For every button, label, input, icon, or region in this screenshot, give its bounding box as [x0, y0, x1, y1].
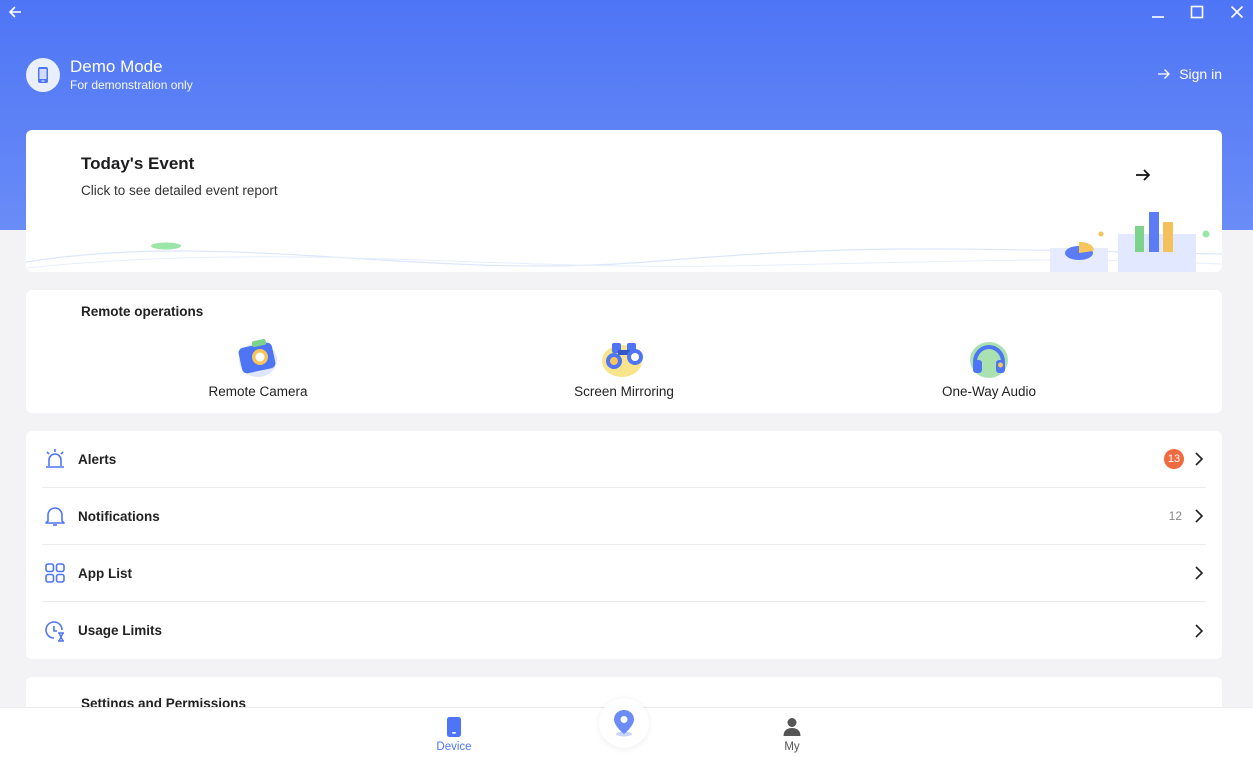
arrow-right-icon: [1136, 169, 1151, 181]
alerts-count-badge: 13: [1164, 449, 1184, 469]
bell-icon: [42, 503, 68, 529]
chevron-right-icon: [1192, 452, 1206, 466]
alerts-label: Alerts: [78, 451, 117, 467]
one-way-audio-label: One-Way Audio: [941, 384, 1037, 399]
sign-in-label: Sign in: [1179, 66, 1222, 82]
profile-block[interactable]: Demo Mode For demonstration only: [26, 56, 193, 93]
sign-in-button[interactable]: Sign in: [1157, 66, 1222, 82]
profile-name: Demo Mode: [70, 57, 163, 76]
event-arrow-button[interactable]: [1134, 166, 1152, 189]
maximize-icon: [1190, 5, 1204, 19]
minimize-button[interactable]: [1143, 0, 1173, 24]
device-icon: [447, 717, 461, 737]
location-pin-icon: [614, 710, 634, 737]
todays-event-card[interactable]: Today's Event Click to see detailed even…: [26, 130, 1222, 272]
phone-icon: [38, 66, 48, 83]
nav-device-label: Device: [436, 741, 472, 753]
features-list-card: Alerts 13 Notifications 12 App List Usag…: [26, 431, 1222, 659]
clock-hourglass-icon: [42, 618, 68, 644]
nav-my[interactable]: My: [752, 716, 832, 753]
notifications-count: 12: [1168, 509, 1182, 523]
minimize-icon: [1152, 16, 1164, 18]
notifications-label: Notifications: [78, 508, 160, 524]
binoculars-icon: [602, 343, 643, 377]
bottom-navigation: Device My: [0, 698, 1253, 757]
list-item-usage-limits[interactable]: Usage Limits: [42, 602, 1206, 659]
one-way-audio-button[interactable]: One-Way Audio: [909, 334, 1069, 399]
remote-operations-card: Remote operations Remote Camera Screen M…: [26, 290, 1222, 413]
nav-my-label: My: [784, 741, 800, 753]
list-item-notifications[interactable]: Notifications 12: [42, 488, 1206, 545]
close-icon: [1230, 5, 1244, 19]
event-subtitle: Click to see detailed event report: [81, 183, 278, 198]
event-illustration: [26, 212, 1222, 272]
camera-icon: [238, 338, 277, 377]
remote-camera-label: Remote Camera: [208, 384, 308, 399]
grid-icon: [42, 560, 68, 586]
screen-mirroring-label: Screen Mirroring: [574, 384, 674, 399]
list-item-alerts[interactable]: Alerts 13: [42, 431, 1206, 488]
headphones-icon: [970, 342, 1008, 378]
remote-camera-button[interactable]: Remote Camera: [178, 334, 338, 399]
event-title: Today's Event: [81, 154, 195, 173]
screen-mirroring-button[interactable]: Screen Mirroring: [544, 334, 704, 399]
chevron-right-icon: [1192, 509, 1206, 523]
avatar: [26, 57, 60, 92]
back-button[interactable]: [0, 0, 30, 24]
arrow-right-icon: [1158, 69, 1171, 79]
alarm-icon: [42, 446, 68, 472]
profile-subtitle: For demonstration only: [70, 78, 193, 92]
remote-operations-title: Remote operations: [81, 304, 204, 319]
person-icon: [783, 718, 801, 736]
back-arrow-icon: [8, 6, 21, 18]
app-list-label: App List: [78, 565, 132, 581]
list-item-app-list[interactable]: App List: [42, 545, 1206, 602]
maximize-button[interactable]: [1182, 0, 1212, 24]
close-button[interactable]: [1222, 0, 1252, 24]
chevron-right-icon: [1192, 623, 1206, 638]
nav-device[interactable]: Device: [414, 716, 494, 753]
chevron-right-icon: [1192, 566, 1206, 580]
usage-limits-label: Usage Limits: [78, 623, 163, 638]
nav-location-button[interactable]: [599, 698, 649, 748]
